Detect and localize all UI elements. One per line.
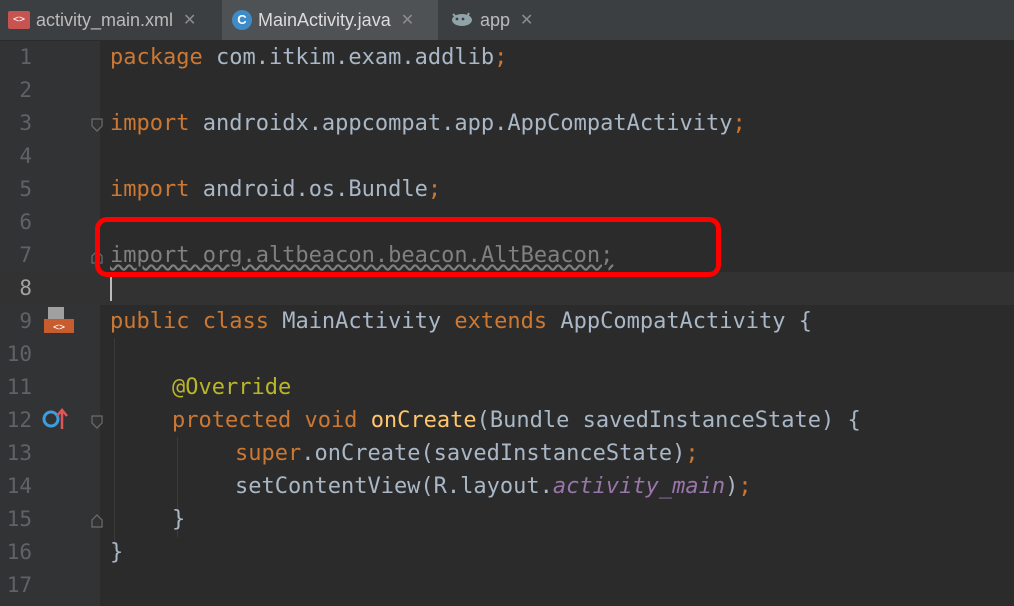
code-line-1: package com.itkim.exam.addlib; (110, 45, 508, 70)
code-line-12: protected void onCreate(Bundle savedInst… (172, 408, 861, 433)
line-number: 2 (19, 78, 32, 102)
svg-text:<>: <> (53, 322, 65, 333)
code-line-13: super.onCreate(savedInstanceState); (235, 441, 699, 466)
android-module-icon (450, 9, 474, 32)
code-editor[interactable]: 1 2 3 4 5 6 7 8 9 10 11 12 13 14 15 16 1… (0, 41, 1014, 606)
code-line-16: } (110, 540, 124, 565)
tab-label: MainActivity.java (258, 9, 391, 30)
indent-guide (114, 338, 115, 548)
tab-label: activity_main.xml (36, 9, 174, 30)
fold-marker-icon[interactable] (91, 514, 103, 528)
java-class-icon: C (232, 10, 252, 30)
code-line-14: setContentView(R.layout.activity_main); (235, 474, 752, 499)
line-number: 17 (6, 573, 32, 597)
tab-label: app (480, 9, 511, 30)
code-line-5: import android.os.Bundle; (110, 177, 442, 202)
line-number: 16 (6, 540, 32, 564)
code-line-3: import androidx.appcompat.app.AppCompatA… (110, 111, 746, 136)
layout-file-icon[interactable]: <> (42, 305, 74, 335)
line-number: 6 (19, 210, 32, 234)
editor-tab-bar: <> activity_main.xml ✕ C MainActivity.ja… (0, 0, 1014, 41)
line-number: 3 (19, 111, 32, 135)
fold-marker-icon[interactable] (91, 118, 103, 132)
close-icon[interactable]: ✕ (183, 10, 196, 30)
text-caret (110, 275, 112, 301)
line-number: 8 (19, 276, 32, 300)
line-number: 10 (6, 342, 32, 366)
line-number: 9 (19, 309, 32, 333)
line-number: 7 (19, 243, 32, 267)
xml-layout-icon: <> (8, 11, 30, 29)
red-highlight-box (95, 217, 721, 277)
tab-main-activity-java[interactable]: C MainActivity.java ✕ (222, 0, 438, 40)
tab-app[interactable]: app ✕ (450, 0, 545, 40)
line-number: 14 (6, 474, 32, 498)
line-number: 11 (6, 375, 32, 399)
tab-activity-main-xml[interactable]: <> activity_main.xml ✕ (8, 0, 213, 40)
code-line-15: } (172, 507, 186, 532)
line-number: 5 (19, 177, 32, 201)
line-number: 13 (6, 441, 32, 465)
fold-marker-icon[interactable] (91, 415, 103, 429)
line-number: 15 (6, 507, 32, 531)
line-number: 12 (6, 408, 32, 432)
override-annotation: @Override (172, 375, 292, 400)
override-method-icon[interactable] (42, 405, 70, 433)
line-number: 1 (19, 45, 32, 69)
close-icon[interactable]: ✕ (401, 10, 414, 30)
code-line-9: public class MainActivity extends AppCom… (110, 309, 813, 334)
close-icon[interactable]: ✕ (520, 10, 533, 30)
line-number: 4 (19, 144, 32, 168)
